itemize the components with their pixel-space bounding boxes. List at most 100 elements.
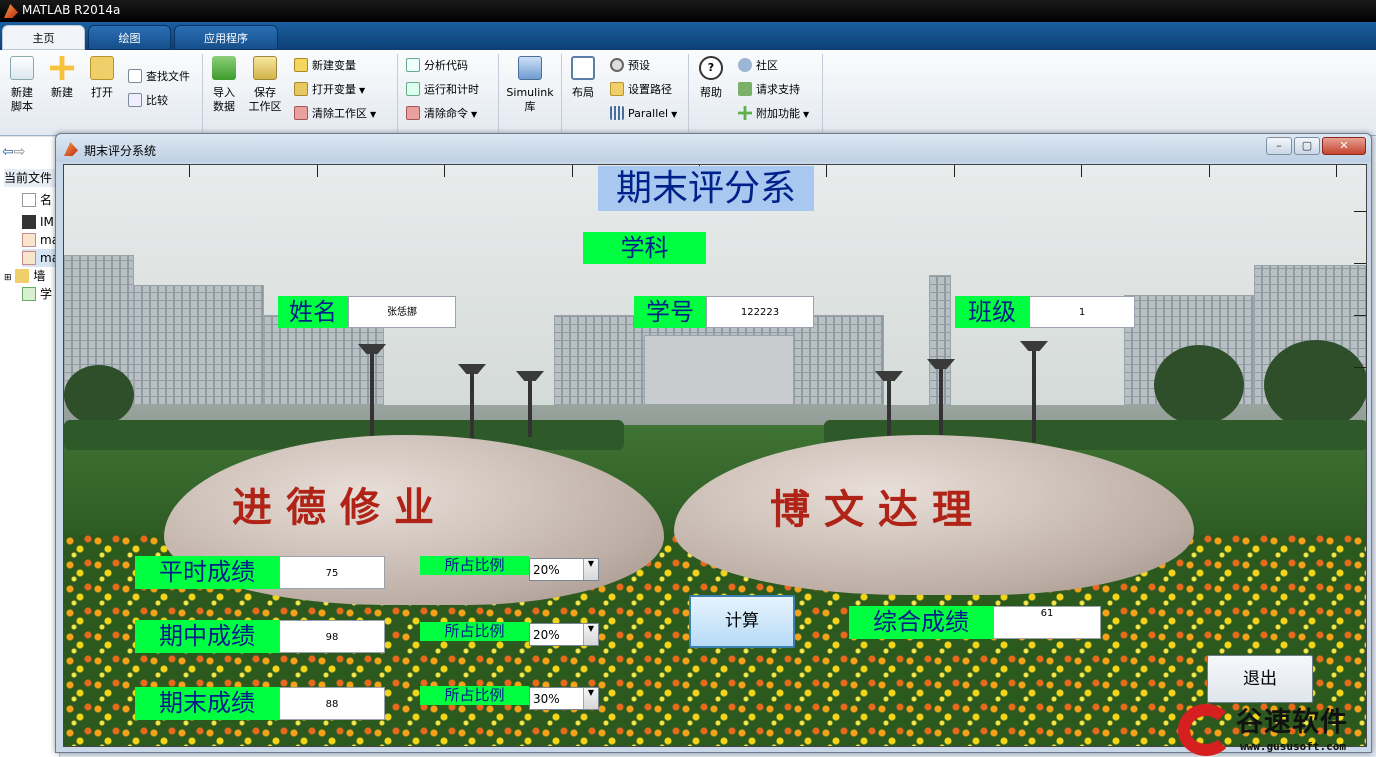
ribbon: 新建 脚本 新建 打开 查找文件 比较 导入 数据 保存 工作区 新建变量 打开… [0, 50, 1376, 136]
expand-icon[interactable]: ⊞ [4, 273, 12, 283]
total-score-output[interactable]: 61 [993, 606, 1101, 639]
name-input[interactable]: 张恁挪 [348, 296, 456, 328]
street-lamp [528, 377, 532, 437]
set-path-button[interactable]: 设置路径 [610, 81, 672, 99]
regular-ratio-select[interactable]: 20% ▼ [529, 558, 599, 581]
save-workspace-button[interactable]: 保存 工作区 [245, 54, 285, 114]
chevron-down-icon: ▼ [803, 110, 810, 119]
new-button[interactable]: 新建 [42, 54, 82, 100]
student-id-input[interactable]: 122223 [706, 296, 814, 328]
minimize-button[interactable]: – [1266, 137, 1292, 155]
tree [1264, 340, 1366, 430]
find-files-icon [128, 69, 142, 83]
addons-label: 附加功能 [756, 107, 800, 120]
back-forward-nav[interactable]: ⇦⇨ [2, 143, 25, 161]
subject-label: 学科 [583, 232, 706, 264]
maximize-button[interactable]: ▢ [1294, 137, 1320, 155]
tree [1154, 345, 1244, 425]
open-variable-icon [294, 82, 308, 96]
axis-tick [1081, 165, 1082, 177]
axis-tick [1336, 165, 1337, 177]
forward-arrow-icon[interactable]: ⇨ [14, 144, 26, 160]
new-variable-button[interactable]: 新建变量 [294, 57, 356, 75]
final-score-input[interactable]: 88 [279, 687, 385, 720]
layout-button[interactable]: 布局 [563, 54, 603, 100]
list-item[interactable]: 学 [22, 285, 52, 303]
figure-title: 期末评分系统 [84, 144, 157, 158]
midterm-score-label: 期中成绩 [135, 620, 279, 653]
save-workspace-label: 保存 工作区 [248, 86, 282, 113]
chevron-down-icon[interactable]: ▼ [583, 624, 598, 645]
clear-commands-button[interactable]: 清除命令 ▼ [406, 105, 477, 123]
matlab-file-icon [22, 233, 36, 247]
watermark-url: www.gususoft.com [1240, 740, 1346, 753]
close-button[interactable]: ✕ [1322, 137, 1366, 155]
current-folder-title: 当前文件 [4, 169, 60, 187]
parallel-button[interactable]: Parallel ▼ [610, 105, 677, 123]
list-item[interactable]: IM [22, 213, 54, 231]
midterm-ratio-value: 20% [533, 627, 560, 642]
chevron-down-icon[interactable]: ▼ [583, 688, 598, 709]
regular-score-input[interactable]: 75 [279, 556, 385, 589]
page-title: 期末评分系 [598, 166, 814, 211]
final-ratio-select[interactable]: 30% ▼ [529, 687, 599, 710]
regular-ratio-value: 20% [533, 562, 560, 577]
street-lamp [1032, 347, 1036, 442]
run-and-time-label: 运行和计时 [424, 83, 479, 96]
axis-tick [1354, 315, 1366, 316]
preferences-button[interactable]: 预设 [610, 57, 650, 75]
class-input[interactable]: 1 [1029, 296, 1135, 328]
midterm-score-input[interactable]: 98 [279, 620, 385, 653]
chevron-down-icon: ▼ [359, 86, 366, 95]
figure-window: 期末评分系统 – ▢ ✕ 进德修业 博文达理 期末评分系 学科 姓名 张恁挪 学… [55, 133, 1372, 753]
help-button[interactable]: ? 帮助 [691, 54, 731, 100]
axis-tick [1354, 211, 1366, 212]
new-label: 新建 [51, 86, 73, 99]
gear-icon [610, 58, 624, 72]
chevron-down-icon[interactable]: ▼ [583, 559, 598, 580]
tab-apps[interactable]: 应用程序 [174, 25, 278, 50]
tree [64, 365, 134, 425]
import-data-label: 导入 数据 [213, 86, 235, 113]
compare-button[interactable]: 比较 [128, 92, 168, 110]
community-button[interactable]: 社区 [738, 57, 778, 75]
watermark-logo: 谷速软件 www.gususoft.com [1178, 700, 1376, 757]
axis-tick [826, 165, 827, 177]
list-item[interactable]: ⊞ 墙 [4, 267, 45, 285]
midterm-ratio-select[interactable]: 20% ▼ [529, 623, 599, 646]
import-data-button[interactable]: 导入 数据 [204, 54, 244, 114]
new-script-button[interactable]: 新建 脚本 [2, 54, 42, 114]
folder-icon [15, 269, 30, 283]
addons-button[interactable]: 附加功能 ▼ [738, 105, 809, 123]
file-column-header[interactable]: 名 [22, 191, 52, 209]
current-folder-panel: ⇦⇨ 当前文件 名 IM ma ma ⊞ 墙 学 [0, 137, 60, 757]
run-and-time-button[interactable]: 运行和计时 [406, 81, 479, 99]
find-files-button[interactable]: 查找文件 [128, 68, 190, 86]
analyze-code-button[interactable]: 分析代码 [406, 57, 468, 75]
layout-icon [571, 56, 595, 80]
calculate-button[interactable]: 计算 [689, 595, 795, 648]
clear-workspace-button[interactable]: 清除工作区 ▼ [294, 105, 376, 123]
back-arrow-icon[interactable]: ⇦ [2, 144, 14, 160]
ribbon-separator [822, 54, 823, 132]
open-variable-button[interactable]: 打开变量 ▼ [294, 81, 365, 99]
simulink-button[interactable]: Simulink 库 [504, 54, 556, 114]
request-support-button[interactable]: 请求支持 [738, 81, 800, 99]
axis-tick [954, 165, 955, 177]
total-score-label: 综合成绩 [849, 606, 993, 639]
tab-home[interactable]: 主页 [2, 25, 85, 50]
axis-tick [572, 165, 573, 177]
list-item[interactable]: ma [22, 231, 59, 249]
open-button[interactable]: 打开 [82, 54, 122, 100]
class-label: 班级 [955, 296, 1029, 328]
clear-commands-icon [406, 106, 420, 120]
matlab-figure-icon [64, 142, 78, 156]
new-variable-label: 新建变量 [312, 59, 356, 72]
tab-plots[interactable]: 绘图 [88, 25, 171, 50]
final-ratio-label: 所占比例 [420, 686, 529, 705]
ribbon-separator [688, 54, 689, 132]
final-ratio-value: 30% [533, 691, 560, 706]
preferences-label: 预设 [628, 59, 650, 72]
figure-titlebar[interactable]: 期末评分系统 – ▢ ✕ [56, 134, 1371, 162]
exit-button[interactable]: 退出 [1207, 655, 1313, 703]
